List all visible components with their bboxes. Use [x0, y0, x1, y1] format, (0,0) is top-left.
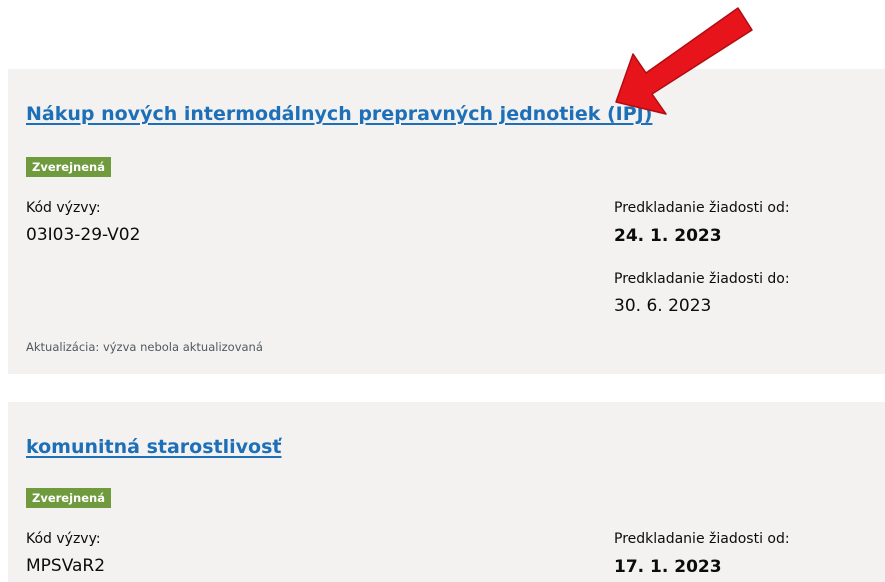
red-arrow-icon — [615, 7, 753, 115]
